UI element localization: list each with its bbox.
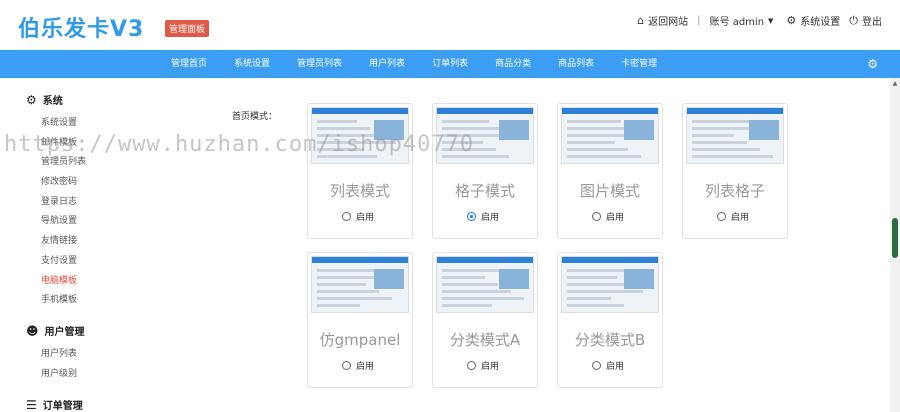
- nav-gear-icon[interactable]: ⚙: [867, 57, 878, 71]
- sidebar-item-0-8[interactable]: 电脑模板: [41, 273, 77, 286]
- logout-link[interactable]: ⏻ 登出: [849, 13, 882, 29]
- template-card[interactable]: 格子模式启用: [432, 103, 538, 239]
- sidebar-item-1-1[interactable]: 用户级别: [41, 366, 77, 379]
- radio-label: 启用: [731, 213, 750, 223]
- template-card[interactable]: 分类模式A 启用: [432, 252, 538, 388]
- radio-button[interactable]: [467, 361, 476, 370]
- divider: |: [697, 15, 701, 26]
- account-label: 账号 admin: [709, 17, 765, 28]
- radio-button[interactable]: [592, 212, 601, 221]
- template-name: 分类模式B: [574, 331, 646, 349]
- nav-item-6[interactable]: 商品列表: [558, 50, 594, 78]
- sidebar-item-0-0[interactable]: 系统设置: [41, 115, 77, 128]
- radio-label: 启用: [481, 362, 500, 372]
- template-card[interactable]: 仿gmpanel 启用: [307, 252, 413, 388]
- template-preview-image: [561, 107, 659, 164]
- template-card[interactable]: 列表格子启用: [682, 103, 788, 239]
- settings-label: 系统设置: [800, 17, 841, 28]
- radio-label: 启用: [356, 213, 375, 223]
- template-card[interactable]: 列表模式启用: [307, 103, 413, 239]
- sidebar-item-1-0[interactable]: 用户列表: [41, 346, 77, 359]
- radio-button[interactable]: [467, 212, 476, 221]
- header: 伯乐发卡V3 管理面板 ⌂ 返回网站 | 账号 admin ▼ ⚙ 系统设置 ⏻…: [0, 0, 900, 50]
- gear-icon: ⚙: [786, 14, 797, 27]
- list-icon: ☰: [26, 397, 37, 412]
- template-preview-image: [311, 107, 409, 164]
- template-preview-image: [311, 256, 409, 313]
- sidebar-item-0-3[interactable]: 修改密码: [41, 174, 77, 187]
- logout-label: 登出: [862, 17, 882, 28]
- sidebar-section-title: 系统: [42, 96, 63, 107]
- sidebar-section-2[interactable]: ☰ 订单管理: [26, 397, 83, 412]
- nav-item-5[interactable]: 商品分类: [495, 50, 531, 78]
- sidebar-section-0[interactable]: ⚙ 系统: [26, 92, 63, 108]
- radio-label: 启用: [481, 213, 500, 223]
- nav-item-0[interactable]: 管理首页: [171, 50, 207, 78]
- nav-item-3[interactable]: 用户列表: [369, 50, 405, 78]
- enable-radio[interactable]: 启用: [592, 359, 624, 372]
- user-icon: ☻: [26, 323, 39, 338]
- sidebar-item-0-2[interactable]: 管理员列表: [41, 154, 86, 167]
- sidebar-item-0-5[interactable]: 导航设置: [41, 213, 77, 226]
- enable-radio[interactable]: 启用: [717, 210, 749, 223]
- scrollbar-thumb[interactable]: [892, 218, 898, 258]
- sidebar-section-title: 用户管理: [44, 327, 85, 338]
- sidebar-item-0-6[interactable]: 友情链接: [41, 233, 77, 246]
- home-icon: ⌂: [637, 14, 645, 27]
- template-name: 列表格子: [704, 182, 765, 200]
- enable-radio[interactable]: 启用: [592, 210, 624, 223]
- home-link-label: 返回网站: [648, 17, 689, 28]
- caret-down-icon: ▼: [768, 16, 774, 25]
- nav-item-7[interactable]: 卡密管理: [621, 50, 657, 78]
- template-name: 图片模式: [579, 182, 640, 200]
- nav-item-4[interactable]: 订单列表: [432, 50, 468, 78]
- radio-button[interactable]: [342, 361, 351, 370]
- sidebar-item-0-9[interactable]: 手机模板: [41, 292, 77, 305]
- template-name: 仿gmpanel: [319, 331, 401, 349]
- template-preview-image: [436, 107, 534, 164]
- power-icon: ⏻: [849, 13, 858, 27]
- template-preview-image: [436, 256, 534, 313]
- settings-link[interactable]: ⚙ 系统设置: [786, 13, 840, 28]
- enable-radio[interactable]: 启用: [467, 210, 499, 223]
- nav-item-1[interactable]: 系统设置: [234, 50, 270, 78]
- nav-item-2[interactable]: 管理员列表: [297, 50, 342, 78]
- radio-label: 启用: [356, 362, 375, 372]
- sidebar-section-1[interactable]: ☻ 用户管理: [26, 323, 85, 339]
- sidebar-item-0-4[interactable]: 登录日志: [41, 194, 77, 207]
- sidebar-section-title: 订单管理: [42, 401, 83, 412]
- radio-button[interactable]: [342, 212, 351, 221]
- template-name: 格子模式: [454, 182, 515, 200]
- enable-radio[interactable]: 启用: [342, 359, 374, 372]
- home-link[interactable]: ⌂ 返回网站: [637, 13, 688, 28]
- template-card[interactable]: 分类模式B 启用: [557, 252, 663, 388]
- top-right-links: ⌂ 返回网站 | 账号 admin ▼ ⚙ 系统设置 ⏻ 登出: [628, 13, 882, 29]
- nav-items: 管理首页 系统设置 管理员列表 用户列表 订单列表 商品分类 商品列表 卡密管理: [171, 50, 684, 78]
- radio-button[interactable]: [717, 212, 726, 221]
- template-preview-image: [561, 256, 659, 313]
- radio-label: 启用: [606, 362, 625, 372]
- logo[interactable]: 伯乐发卡V3: [18, 11, 144, 43]
- enable-radio[interactable]: 启用: [342, 210, 374, 223]
- homepage-mode-label: 首页模式：: [232, 112, 278, 122]
- template-card[interactable]: 图片模式启用: [557, 103, 663, 239]
- scroll-up-icon[interactable]: ▲: [892, 80, 898, 88]
- template-preview-image: [686, 107, 784, 164]
- admin-badge: 管理面板: [165, 20, 210, 37]
- account-dropdown[interactable]: 账号 admin ▼: [709, 13, 778, 29]
- sidebar-item-0-7[interactable]: 支付设置: [41, 253, 77, 266]
- template-name: 列表模式: [329, 182, 390, 200]
- radio-label: 启用: [606, 213, 625, 223]
- template-name: 分类模式A: [449, 331, 521, 349]
- top-nav: 管理首页 系统设置 管理员列表 用户列表 订单列表 商品分类 商品列表 卡密管理 ⚙: [0, 50, 900, 78]
- sidebar-item-0-1[interactable]: 邮件模板: [41, 135, 77, 148]
- enable-radio[interactable]: 启用: [467, 359, 499, 372]
- radio-button[interactable]: [592, 361, 601, 370]
- gear-icon: ⚙: [26, 92, 37, 107]
